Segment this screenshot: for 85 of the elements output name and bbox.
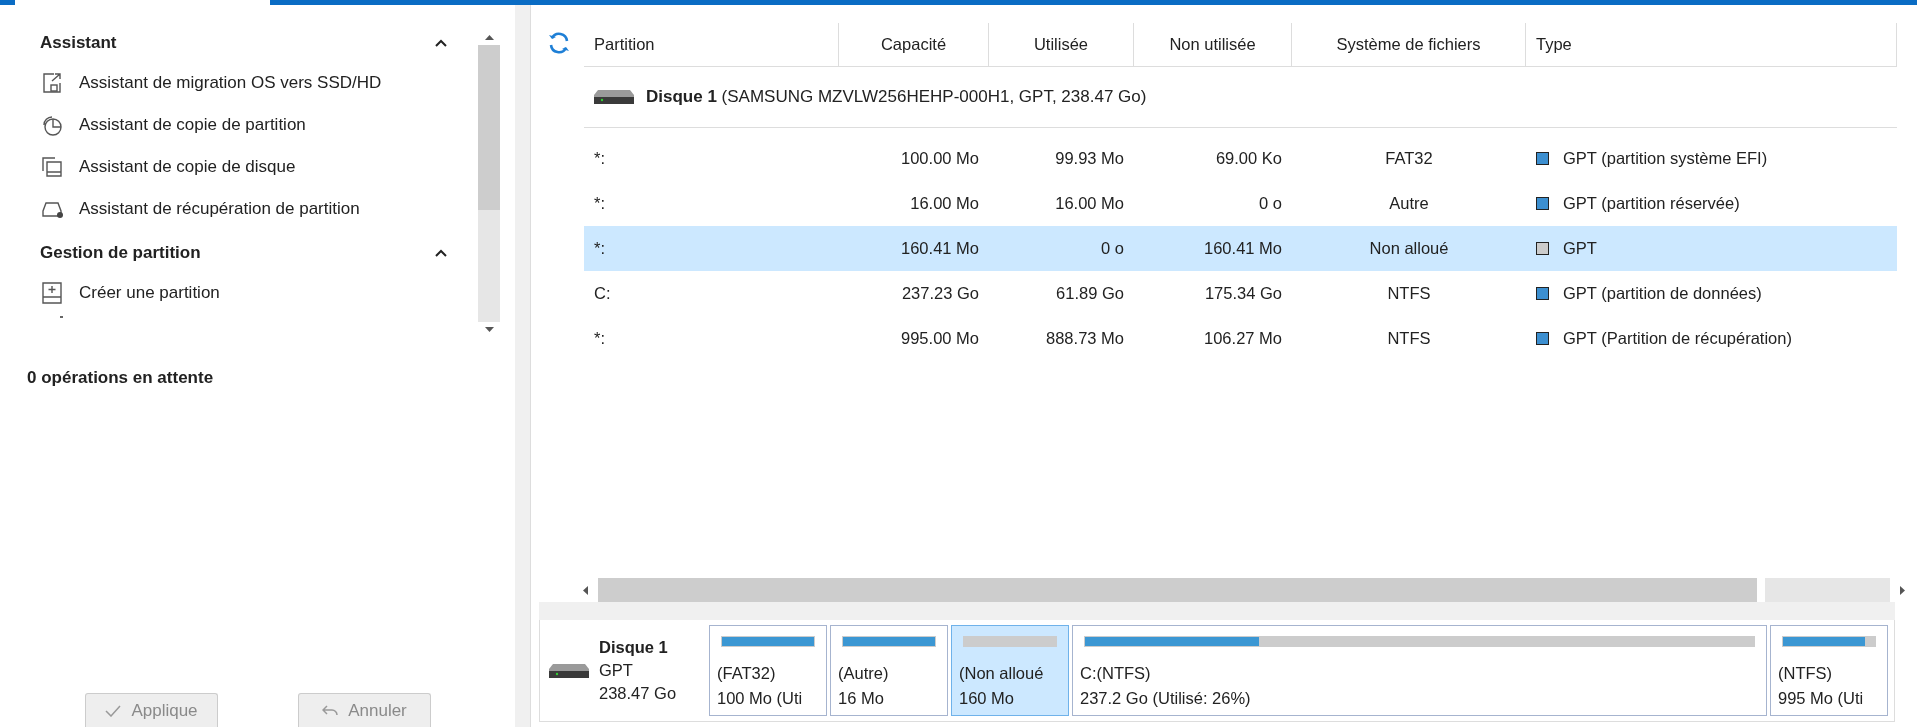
partition-block[interactable]: (FAT32) 100 Mo (Uti (709, 625, 827, 716)
scroll-up-icon[interactable] (484, 33, 494, 42)
partition-row[interactable]: *: 160.41 Mo 0 o 160.41 Mo Non alloué GPT (584, 226, 1897, 271)
disk-size: 238.47 Go (599, 683, 677, 704)
scroll-right-icon[interactable] (1898, 585, 1907, 595)
collapse-chevron-icon[interactable] (434, 38, 448, 48)
pie-copy-icon (40, 113, 64, 137)
table-cell: GPT (Partition de récupération) (1563, 329, 1792, 348)
partition-label: (FAT32) (717, 663, 777, 684)
table-cell: NTFS (1387, 284, 1431, 303)
table-cell: 237.23 Go (901, 284, 979, 303)
scroll-down-icon[interactable] (484, 325, 494, 334)
hard-drive-icon (594, 90, 634, 104)
table-cell: 175.34 Go (1204, 284, 1282, 303)
partition-block[interactable]: C:(NTFS) 237.2 Go (Utilisé: 26%) (1072, 625, 1767, 716)
table-cell: Non alloué (1369, 239, 1449, 258)
sidebar-item[interactable]: Assistant de migration OS vers SSD/HD (79, 73, 382, 93)
sidebar-item[interactable]: Assistant de récupération de partition (79, 199, 360, 219)
partition-block[interactable]: (Autre) 16 Mo (830, 625, 948, 716)
table-cell: GPT (1563, 239, 1597, 258)
table-cell: NTFS (1387, 329, 1431, 348)
section-title: Assistant (40, 33, 117, 53)
table-cell: *: (594, 329, 605, 348)
section-title: Gestion de partition (40, 243, 201, 263)
add-partition-icon (40, 281, 64, 305)
partition-size: 16 Mo (838, 688, 885, 709)
table-cell: 100.00 Mo (901, 149, 979, 168)
partition-label: (Autre) (838, 663, 890, 684)
collapse-chevron-icon[interactable] (434, 248, 448, 258)
table-cell: 160.41 Mo (1204, 239, 1282, 258)
table-cell: 61.89 Go (1056, 284, 1124, 303)
partition-label: (Non alloué (959, 663, 1045, 684)
partition-row[interactable]: *: 995.00 Mo 888.73 Mo 106.27 Mo NTFS GPT (Partition de récupération) (584, 316, 1897, 361)
table-cell: 69.00 Ko (1215, 149, 1282, 168)
sidebar-item[interactable]: Assistant de copie de disque (79, 157, 296, 177)
column-header[interactable]: Capacité (839, 23, 989, 66)
partition-size: 160 Mo (959, 688, 1016, 709)
partition-row[interactable]: C: 237.23 Go 61.89 Go 175.34 Go NTFS GPT (partition de données) (584, 271, 1897, 316)
scrollbar-thumb[interactable] (598, 578, 1757, 602)
table-cell: FAT32 (1385, 149, 1433, 168)
table-cell: 0 o (1101, 239, 1124, 258)
table-cell: 99.93 Mo (1055, 149, 1124, 168)
hard-drive-icon (549, 663, 589, 678)
disk-style: GPT (599, 660, 634, 681)
table-cell: Autre (1389, 194, 1429, 213)
table-cell: *: (594, 239, 605, 258)
sidebar-item[interactable]: Assistant de copie de partition (79, 115, 306, 135)
partition-size: 995 Mo (Uti (1778, 688, 1865, 709)
table-cell: GPT (partition système EFI) (1563, 149, 1768, 168)
partition-size: 100 Mo (Uti (717, 688, 804, 709)
pending-operations: 0 opérations en attente (26, 368, 215, 388)
column-header[interactable]: Non utilisée (1134, 23, 1292, 66)
partition-row[interactable]: *: 100.00 Mo 99.93 Mo 69.00 Ko FAT32 GPT (partition système EFI) (584, 136, 1897, 181)
table-cell: 0 o (1259, 194, 1282, 213)
migrate-icon (40, 71, 64, 95)
table-cell: 16.00 Mo (910, 194, 979, 213)
table-cell: GPT (partition réservée) (1563, 194, 1740, 213)
sidebar-item[interactable]: Créer une partition (79, 283, 220, 303)
column-header[interactable]: Partition (584, 23, 839, 66)
column-header[interactable]: Système de fichiers (1292, 23, 1526, 66)
partition-label: (NTFS) (1778, 663, 1834, 684)
partition-size: 237.2 Go (Utilisé: 26%) (1080, 688, 1252, 709)
table-cell: GPT (partition de données) (1563, 284, 1762, 303)
check-icon (105, 704, 122, 717)
table-cell: 106.27 Mo (1204, 329, 1282, 348)
partition-block[interactable]: (Non alloué 160 Mo (951, 625, 1069, 716)
scroll-left-icon[interactable] (581, 585, 590, 595)
partition-block[interactable]: (NTFS) 995 Mo (Uti (1770, 625, 1888, 716)
column-header[interactable]: Type (1526, 23, 1897, 66)
partition-row[interactable]: *: 16.00 Mo 16.00 Mo 0 o Autre GPT (partition réservée) (584, 181, 1897, 226)
refresh-icon[interactable] (547, 31, 571, 55)
table-cell: *: (594, 194, 605, 213)
disk-name: Disque 1 (599, 637, 669, 658)
undo-icon (322, 704, 339, 717)
table-cell: 16.00 Mo (1055, 194, 1124, 213)
disk-title: Disque 1 (SAMSUNG MZVLW256HEHP-000H1, GPT, 238.47 Go) (646, 87, 1147, 107)
table-cell: C: (594, 284, 611, 303)
column-header[interactable]: Utilisée (989, 23, 1134, 66)
table-cell: 995.00 Mo (901, 329, 979, 348)
scrollbar-thumb[interactable] (478, 45, 500, 210)
table-cell: *: (594, 149, 605, 168)
partition-label: C:(NTFS) (1080, 663, 1152, 684)
accent-bar (0, 0, 15, 5)
table-cell: 160.41 Mo (901, 239, 979, 258)
table-cell: 888.73 Mo (1046, 329, 1124, 348)
